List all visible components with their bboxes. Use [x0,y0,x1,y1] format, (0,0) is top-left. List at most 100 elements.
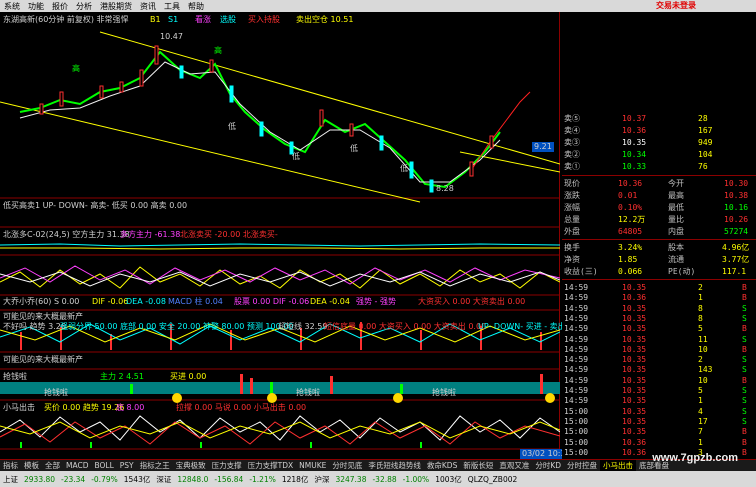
indicator-dea: DEA -0.08 [126,297,166,306]
menu-hk-futures[interactable]: 港股期货 [96,1,136,12]
menu-tools[interactable]: 工具 [160,1,184,12]
indicator-big-money: 大资买入 0.00 大资卖出 0.00 [418,297,526,306]
indicator-grab-money-title: 抢钱啦 [3,372,27,381]
sh-index-volume: 1543亿 [123,474,151,484]
signal-pick: 选股 [220,15,236,24]
marker-low: 低 [400,164,408,173]
stat-value: 10.38 [724,191,749,200]
indicator-tab[interactable]: 模板 [21,460,42,471]
menu-help[interactable]: 帮助 [184,1,208,12]
order-level-label: 卖④ [564,126,580,135]
indicator-tab[interactable]: 指标 [0,460,21,471]
tick-price: 10.36 [622,447,647,457]
marker-high: 高 [72,64,80,73]
indicator-north-up-title: 北涨多C-02(24,5) 空方主力 31.38 [3,230,130,239]
order-level-label: 卖① [564,162,580,171]
stat-row: 总量 12.2万 量比 10.26 [562,214,756,225]
order-book-row[interactable]: 卖① 10.33 76 [562,161,756,172]
indicator-tab[interactable]: 救命KDS [424,460,460,471]
stat-value: 57274 [724,227,749,236]
sz-index-label[interactable]: 深证 [153,474,174,485]
marker-low: 低 [350,144,358,153]
indicator-tab[interactable]: 直观又准 [496,460,532,471]
indicator-tab[interactable]: 分时KD [532,460,564,471]
order-volume: 949 [698,138,713,147]
sh-index-label[interactable]: 上证 [0,474,21,485]
indicator-tab[interactable]: 压力支撑 [209,460,245,471]
indicator-ultra-short: 超短线 32.59 [278,322,328,331]
marker-low: 低 [228,122,236,131]
indicator-bottom: 底 8.00 [116,403,145,412]
stat-value: 3.77亿 [722,255,750,264]
menu-news[interactable]: 资讯 [136,1,160,12]
indicator-tab[interactable]: 新版长短 [460,460,496,471]
chart-title: 东湖高新(60分钟 前复权) 非常强悍 [3,15,129,24]
order-price: 10.37 [622,114,647,123]
stat-value: 3.24% [618,243,643,252]
stat-value: 10.16 [724,203,749,212]
sh-index-pct: -0.79% [91,474,118,484]
indicator-tab[interactable]: 宝典极致 [173,460,209,471]
indicator-tab[interactable]: 小马出击 [600,460,637,471]
signal-s1: S1 [168,15,179,24]
sz-index-value: 12848.0 [177,474,209,484]
stat-key: 最低 [668,203,684,212]
stat-value: 10.36 [618,179,643,188]
stat-row: 涨幅 0.10% 最低 10.16 [562,202,756,213]
sh-index-value: 2933.80 [24,474,56,484]
tick-time: 15:00 [564,447,589,457]
indicator-dif: DIF -0.06 [92,297,129,306]
hs-index-label[interactable]: 沪深 [311,474,332,485]
menu-quote[interactable]: 报价 [48,1,72,12]
chart-area[interactable]: 东湖高新(60分钟 前复权) 非常强悍 B1 S1 看涨 选股 买入持股 卖出空… [0,12,573,459]
order-book-row[interactable]: 卖② 10.34 104 [562,149,756,160]
indicator-tab[interactable]: 分时见底 [329,460,365,471]
indicator-tab[interactable]: 压力支撑TDX [245,460,297,471]
indicator-strong-weak: 强弱分界 50.00 底部 0.00 安全 20.00 神警 80.00 预测 … [60,322,294,331]
sz-index-change: -156.84 [214,474,244,484]
indicator-north-buy-sell: 北涨卖买 -20.00 北涨卖买- [180,230,278,239]
indicator-tab[interactable]: BOLL [91,461,116,470]
indicator-tab[interactable]: NMUKE [296,461,329,470]
order-price: 10.36 [622,126,647,135]
order-price: 10.34 [622,150,647,159]
indicator-tab[interactable]: 全部 [42,460,63,471]
indicator-tab[interactable]: 指标之王 [137,460,173,471]
watermark: www.7gpzb.com [652,452,738,464]
order-volume: 167 [698,126,713,135]
indicator-low-buy-high-sell: 低买高卖1 UP- DOWN- 高卖- 低买 0.00 高卖 0.00 [3,201,188,210]
stat-key: 净资 [564,255,580,264]
menu-system[interactable]: 系统 [0,1,24,12]
stat-value: 117.1 [722,267,747,276]
sz-index-volume: 1218亿 [281,474,309,484]
hs-index-value: 3247.38 [335,474,367,484]
price-low-label: 8.28 [436,184,454,193]
indicator-tab[interactable]: 李氏短线趋势线 [365,460,424,471]
stat-value: 0.066 [618,267,643,276]
hs-index-change: -32.88 [372,474,397,484]
order-book-row[interactable]: 卖③ 10.35 949 [562,137,756,148]
stat-row: 净资 1.85 流通 3.77亿 [562,254,756,265]
hs-index-pct: -1.00% [402,474,430,484]
indicator-tab[interactable]: MACD [63,461,91,470]
indicator-strong: 强势 - 强势 [356,297,396,306]
stat-key: 量比 [668,215,684,224]
order-book-row[interactable]: 卖④ 10.36 167 [562,125,756,136]
menu-analysis[interactable]: 分析 [72,1,96,12]
price-high-label: 10.47 [160,32,183,41]
smiley-icon [172,393,182,403]
divider [562,175,756,176]
indicator-grab-money-tag: 抢钱啦 [296,388,320,397]
indicator-buy-price: 买价 0.00 趋势 19.26 [44,403,125,412]
trade-login-status[interactable]: 交易未登录 [656,0,696,12]
status-bar: 上证 2933.80 -23.34 -0.79% 1543亿 深证 12848.… [0,471,756,487]
indicator-tab[interactable]: PSY [117,461,137,470]
order-price: 10.33 [622,162,647,171]
stat-key: 股本 [668,243,684,252]
smiley-icon [393,393,403,403]
indicator-tab[interactable]: 分时控盘 [564,460,600,471]
smiley-icon [267,393,277,403]
order-book-row[interactable]: 卖⑤ 10.37 28 [562,113,756,124]
stat-value: 0.10% [618,203,643,212]
menu-function[interactable]: 功能 [24,1,48,12]
